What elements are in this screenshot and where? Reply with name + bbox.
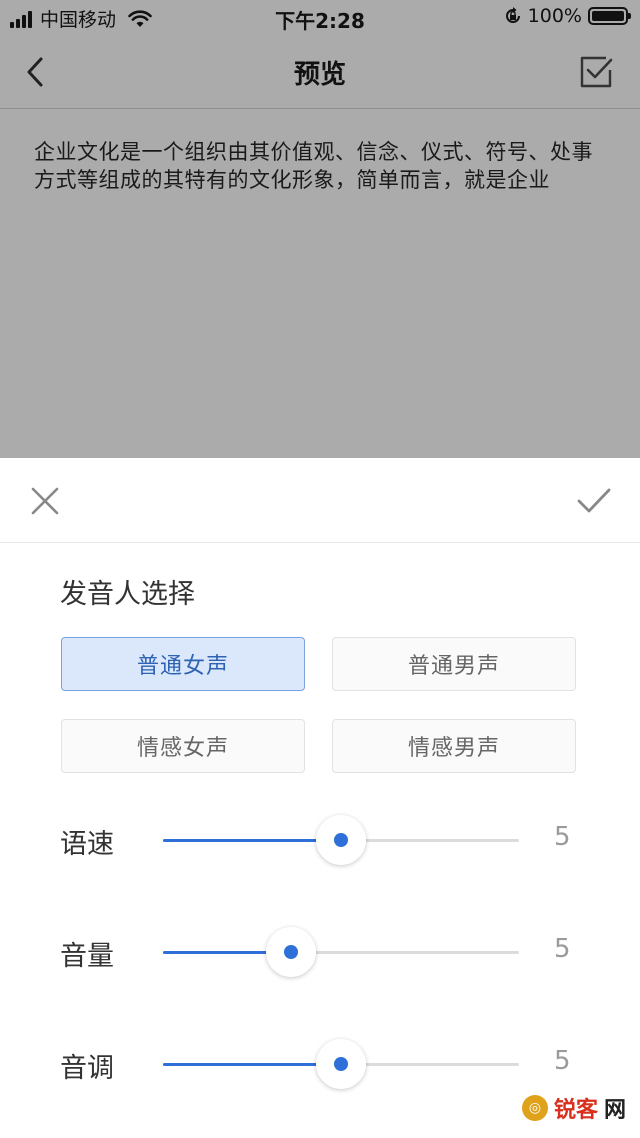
close-icon[interactable] [28,484,62,518]
nav-bar: 预览 [0,36,640,109]
pitch-slider-track[interactable] [163,1039,519,1089]
slider-value-pitch: 5 [554,1046,571,1076]
slider-row-speed: 语速 5 [0,810,640,870]
voice-settings-sheet: 发音人选择 普通女声 普通男声 情感女声 情感男声 语速 5 音量 5 音调 5… [0,458,640,1138]
voice-option-emotional-female[interactable]: 情感女声 [61,719,305,773]
voice-option-standard-male[interactable]: 普通男声 [332,637,576,691]
preview-text: 企业文化是一个组织由其价值观、信念、仪式、符号、处事方式等组成的其特有的文化形象… [34,140,593,192]
speed-slider-thumb[interactable] [316,815,366,865]
slider-value-speed: 5 [554,822,571,852]
battery-icon [588,7,631,25]
watermark-logo: ◎ 锐客网 [521,1092,626,1124]
section-title-voice: 发音人选择 [60,579,195,610]
pitch-slider-thumb[interactable] [316,1039,366,1089]
status-right: 100% [504,5,631,27]
dimmed-background[interactable]: 中国移动 下午2:28 100% 预览 企业文化是一个组织由其价值观、信念、仪式… [0,0,640,458]
volume-slider-track[interactable] [163,927,519,977]
voice-option-standard-female[interactable]: 普通女声 [61,637,305,691]
watermark-text-b: 网 [603,1098,626,1123]
slider-label-speed: 语速 [60,829,114,860]
watermark-text-a: 锐客 [553,1098,598,1123]
pitch-slider-fill [163,1063,341,1066]
volume-slider-thumb[interactable] [266,927,317,977]
watermark-icon: ◎ [521,1095,548,1121]
slider-value-volume: 5 [554,934,571,964]
checkbox-check-icon[interactable] [578,54,614,90]
voice-option-emotional-male[interactable]: 情感男声 [332,719,576,773]
rotation-lock-icon [505,7,520,23]
battery-percent: 100% [527,5,582,27]
slider-row-volume: 音量 5 [0,922,640,982]
sheet-header [0,458,640,543]
speed-slider-fill [163,839,341,842]
status-bar: 中国移动 下午2:28 100% [0,0,640,36]
check-icon[interactable] [576,484,612,518]
slider-label-pitch: 音调 [60,1053,114,1084]
page-title: 预览 [293,60,346,90]
slider-label-volume: 音量 [60,941,114,972]
slider-row-pitch: 音调 5 [0,1034,640,1094]
speed-slider-track[interactable] [163,815,519,865]
